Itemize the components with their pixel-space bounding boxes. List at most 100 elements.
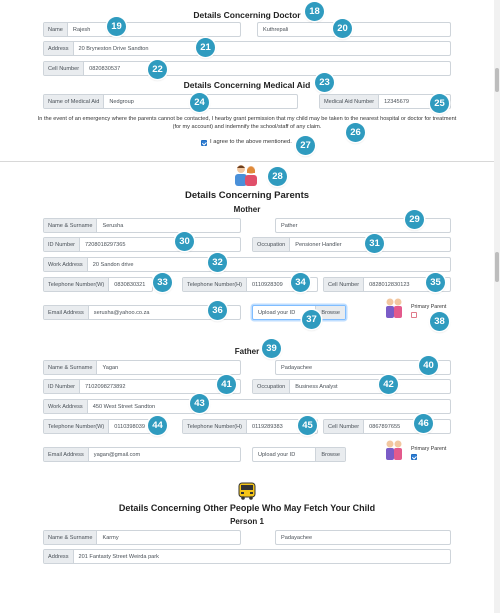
marker-27: 27 <box>296 136 315 155</box>
mother-id-label: ID Number <box>44 238 81 251</box>
father-email-input[interactable]: yagan@gmail.com <box>89 448 240 461</box>
father-cell-input[interactable]: 0867897655 <box>364 420 450 433</box>
father-tel-w-input[interactable]: 0110398039 <box>109 420 152 433</box>
marker-33: 33 <box>153 273 172 292</box>
medical-aid-name-label: Name of Medical Aid <box>44 95 105 108</box>
father-cell-label: Cell Number <box>324 420 365 433</box>
mother-primary-label: Primary Parent <box>411 304 447 310</box>
scrollbar[interactable] <box>494 0 500 613</box>
marker-18: 18 <box>305 2 324 21</box>
person1-heading: Person 1 <box>230 517 264 526</box>
marker-26: 26 <box>346 123 365 142</box>
mother-work-address-input[interactable]: 20 Sandon drive <box>88 258 450 271</box>
mother-work-address-field[interactable]: Work Address 20 Sandon drive <box>43 257 451 272</box>
person1-address-input[interactable]: 201 Fantasty Street Weirda park <box>74 550 450 563</box>
father-id-label: ID Number <box>44 380 81 393</box>
father-email-field[interactable]: Email Address yagan@gmail.com <box>43 447 241 462</box>
medical-aid-name-field[interactable]: Name of Medical Aid Nedgroup <box>43 94 298 109</box>
father-work-address-field[interactable]: Work Address 450 West Street Sandton <box>43 399 451 414</box>
agree-label: I agree to the above mentioned. <box>210 139 292 145</box>
father-occupation-input[interactable]: Business Analyst <box>290 380 450 393</box>
doctor-address-field[interactable]: Address 20 Bryneston Drive Sandton <box>43 41 451 56</box>
doctor-address-label: Address <box>44 42 74 55</box>
person1-name-field[interactable]: Name & Surname Karmy <box>43 530 241 545</box>
mother-work-address-label: Work Address <box>44 258 88 271</box>
doctor-address-input[interactable]: 20 Bryneston Drive Sandton <box>74 42 450 55</box>
marker-28: 28 <box>268 167 287 186</box>
father-tel-w-field[interactable]: Telephone Number(W) 0110398039 <box>43 419 153 434</box>
marker-19: 19 <box>107 17 126 36</box>
father-id-field[interactable]: ID Number 7102098273892 <box>43 379 241 394</box>
marker-34: 34 <box>291 273 310 292</box>
mother-id-input[interactable]: 7208018297365 <box>80 238 240 251</box>
mother-occupation-field[interactable]: Occupation Pensioner Handler <box>252 237 451 252</box>
person1-address-field[interactable]: Address 201 Fantasty Street Weirda park <box>43 549 451 564</box>
marker-21: 21 <box>196 38 215 57</box>
father-id-input[interactable]: 7102098273892 <box>80 380 240 393</box>
mother-tel-w-input[interactable]: 0830830321 <box>109 278 152 291</box>
mother-surname[interactable]: Pather <box>275 218 451 233</box>
mother-primary-checkbox[interactable] <box>411 312 417 318</box>
marker-42: 42 <box>379 375 398 394</box>
mother-name-field[interactable]: Name & Surname Serusha <box>43 218 241 233</box>
father-tel-h-label: Telephone Number(H) <box>183 420 248 433</box>
marker-37: 37 <box>302 310 321 329</box>
mother-email-label: Email Address <box>44 306 89 319</box>
father-upload-input[interactable]: Upload your ID <box>253 448 315 461</box>
mother-id-field[interactable]: ID Number 7208018297365 <box>43 237 241 252</box>
person1-surname[interactable]: Padayachee <box>275 530 451 545</box>
agree-checkbox[interactable] <box>201 140 207 146</box>
marker-41: 41 <box>217 375 236 394</box>
section-divider <box>0 161 494 162</box>
father-work-address-label: Work Address <box>44 400 88 413</box>
marker-45: 45 <box>298 416 317 435</box>
others-heading: Details Concerning Other People Who May … <box>118 503 376 513</box>
person1-name-label: Name & Surname <box>44 531 98 544</box>
mother-first-name[interactable]: Serusha <box>97 219 240 232</box>
father-first-name[interactable]: Yagan <box>97 361 240 374</box>
marker-22: 22 <box>148 60 167 79</box>
father-name-field[interactable]: Name & Surname Yagan <box>43 360 241 375</box>
doctor-name-field[interactable]: Name Rajesh <box>43 22 241 37</box>
marker-32: 32 <box>208 253 227 272</box>
father-upload-field[interactable]: Upload your ID Browse <box>252 447 346 462</box>
marker-23: 23 <box>315 73 334 92</box>
mother-cell-label: Cell Number <box>324 278 365 291</box>
doctor-cell-field[interactable]: Cell Number 0820830537 <box>43 61 451 76</box>
scrollbar-thumb-lower[interactable] <box>495 252 499 282</box>
father-occupation-field[interactable]: Occupation Business Analyst <box>252 379 451 394</box>
medical-aid-heading: Details Concerning Medical Aid <box>183 80 311 90</box>
marker-39: 39 <box>262 339 281 358</box>
mother-tel-w-label: Telephone Number(W) <box>44 278 110 291</box>
doctor-cell-input[interactable]: 0820830537 <box>84 62 450 75</box>
parents-icon <box>235 165 257 186</box>
mother-occupation-label: Occupation <box>253 238 291 251</box>
scrollbar-thumb-upper[interactable] <box>495 68 499 92</box>
father-occupation-label: Occupation <box>253 380 291 393</box>
father-browse-button[interactable]: Browse <box>315 448 345 461</box>
father-parent-icon <box>386 440 402 460</box>
marker-36: 36 <box>208 301 227 320</box>
mother-tel-w-field[interactable]: Telephone Number(W) 0830830321 <box>43 277 153 292</box>
doctor-first-name[interactable]: Rajesh <box>68 23 240 36</box>
mother-upload-field[interactable]: Upload your ID Browse <box>252 305 346 320</box>
father-work-address-input[interactable]: 450 West Street Sandton <box>88 400 450 413</box>
medical-aid-number-label: Medical Aid Number <box>320 95 380 108</box>
father-tel-w-label: Telephone Number(W) <box>44 420 110 433</box>
father-primary-checkbox[interactable] <box>411 454 417 460</box>
marker-44: 44 <box>148 416 167 435</box>
mother-parent-icon <box>386 298 402 318</box>
marker-38: 38 <box>430 312 449 331</box>
mother-name-label: Name & Surname <box>44 219 98 232</box>
doctor-last-name[interactable]: Kuthrepali <box>257 22 451 37</box>
mother-tel-h-label: Telephone Number(H) <box>183 278 248 291</box>
marker-20: 20 <box>333 19 352 38</box>
marker-40: 40 <box>419 356 438 375</box>
father-heading: Father <box>234 347 260 356</box>
person1-first-name[interactable]: Karmy <box>97 531 240 544</box>
doctor-cell-label: Cell Number <box>44 62 85 75</box>
person1-address-label: Address <box>44 550 74 563</box>
father-name-label: Name & Surname <box>44 361 98 374</box>
marker-31: 31 <box>365 234 384 253</box>
marker-43: 43 <box>190 394 209 413</box>
